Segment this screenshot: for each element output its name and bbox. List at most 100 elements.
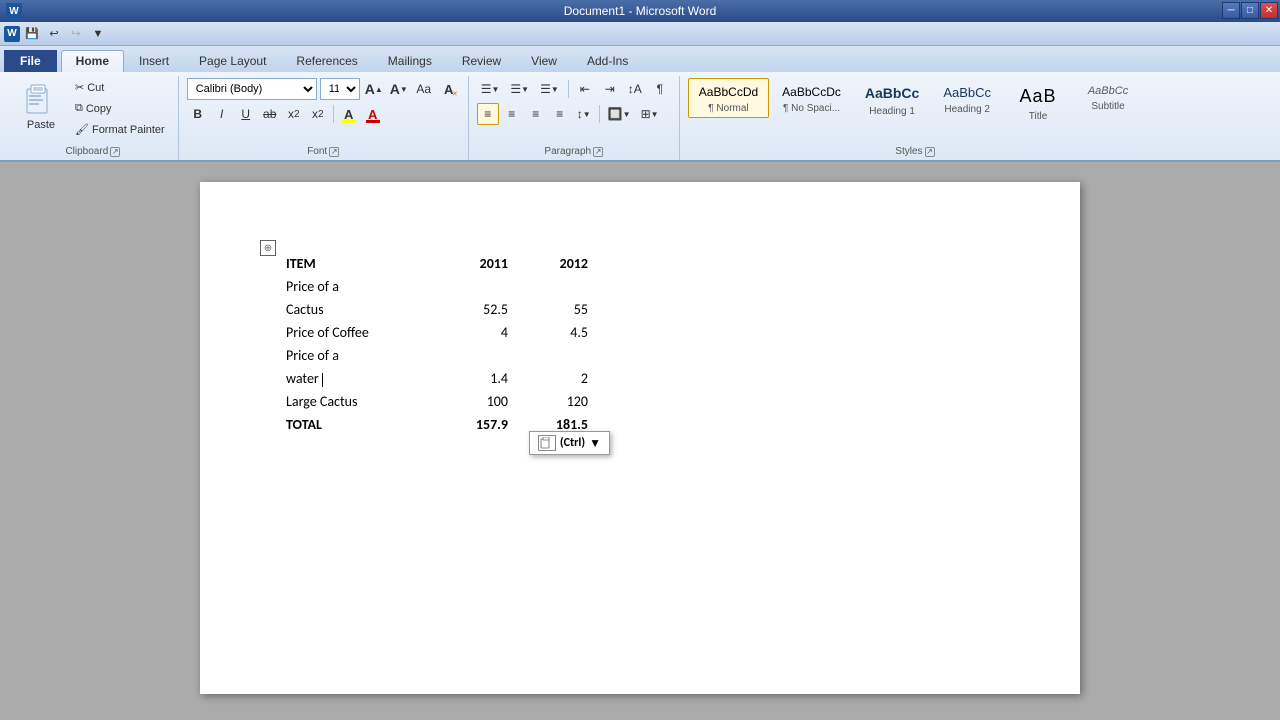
text-highlight-button[interactable]: A bbox=[338, 103, 360, 125]
cell-large-cactus-2012[interactable]: 120 bbox=[520, 390, 600, 413]
tab-page-layout[interactable]: Page Layout bbox=[184, 50, 281, 72]
paste-label: Paste bbox=[27, 119, 55, 131]
styles-expand-button[interactable]: ↗ bbox=[925, 147, 935, 157]
increase-indent-button[interactable]: ⇥ bbox=[599, 78, 621, 100]
cell-total-label: TOTAL bbox=[280, 413, 440, 436]
customize-quick-access-button[interactable]: ▼ bbox=[88, 24, 108, 44]
tab-add-ins[interactable]: Add-Ins bbox=[572, 50, 643, 72]
table-row: Large Cactus 100 120 bbox=[280, 390, 600, 413]
subscript-button[interactable]: x2 bbox=[283, 103, 305, 125]
cell-large-cactus-2011[interactable]: 100 bbox=[440, 390, 520, 413]
show-formatting-button[interactable]: ¶ bbox=[649, 78, 671, 100]
cut-button[interactable]: ✂ Cut bbox=[70, 78, 170, 97]
font-color-button[interactable]: A bbox=[362, 103, 384, 125]
clipboard-expand-button[interactable]: ↗ bbox=[110, 147, 120, 157]
paste-button[interactable]: Paste bbox=[16, 78, 66, 139]
styles-area: AaBbCcDd ¶ Normal AaBbCcDc ¶ No Spaci...… bbox=[688, 78, 1142, 126]
cell-water[interactable]: water bbox=[280, 367, 440, 390]
italic-button[interactable]: I bbox=[211, 103, 233, 125]
format-painter-label: Format Painter bbox=[92, 124, 165, 136]
tab-insert[interactable]: Insert bbox=[124, 50, 184, 72]
ctrl-paste-popup[interactable]: (Ctrl) ▼ bbox=[529, 431, 610, 455]
save-button[interactable]: 💾 bbox=[22, 24, 42, 44]
styles-group-label: Styles ↗ bbox=[688, 144, 1142, 160]
font-size-select[interactable]: 11 bbox=[320, 78, 360, 100]
copy-button[interactable]: ⧉ Copy bbox=[70, 99, 170, 118]
cell-cactus[interactable]: Cactus bbox=[280, 298, 440, 321]
underline-button[interactable]: U bbox=[235, 103, 257, 125]
superscript-button[interactable]: x2 bbox=[307, 103, 329, 125]
format-painter-icon: 🖌 bbox=[75, 123, 89, 136]
strikethrough-button[interactable]: ab bbox=[259, 103, 281, 125]
tab-home[interactable]: Home bbox=[61, 50, 124, 72]
tab-view[interactable]: View bbox=[516, 50, 572, 72]
close-button[interactable]: ✕ bbox=[1260, 2, 1278, 19]
style-heading2[interactable]: AaBbCc Heading 2 bbox=[932, 78, 1002, 119]
change-case-button[interactable]: Aa bbox=[413, 78, 435, 100]
tab-mailings[interactable]: Mailings bbox=[373, 50, 447, 72]
ctrl-popup-label: (Ctrl) bbox=[560, 436, 585, 450]
style-subtitle[interactable]: AaBbCc Subtitle bbox=[1074, 78, 1142, 116]
style-title[interactable]: AaB Title bbox=[1004, 78, 1072, 126]
table-move-handle[interactable]: ⊕ bbox=[260, 240, 276, 256]
undo-button[interactable]: ↩ bbox=[44, 24, 64, 44]
multilevel-list-button[interactable]: ☰▼ bbox=[536, 78, 563, 100]
sort-button[interactable]: ↕A bbox=[624, 78, 646, 100]
bold-button[interactable]: B bbox=[187, 103, 209, 125]
title-text: Document1 - Microsoft Word bbox=[564, 4, 717, 18]
cell-water-2011[interactable]: 1.4 bbox=[440, 367, 520, 390]
header-item: ITEM bbox=[280, 252, 440, 275]
decrease-indent-button[interactable]: ⇤ bbox=[574, 78, 596, 100]
style-heading2-label: Heading 2 bbox=[944, 104, 990, 115]
cell-price-cactus-label[interactable]: Price of a bbox=[280, 275, 440, 298]
justify-button[interactable]: ≡ bbox=[549, 103, 571, 125]
clear-formatting-button[interactable]: A ✕ bbox=[438, 78, 460, 100]
style-no-spacing[interactable]: AaBbCcDc ¶ No Spaci... bbox=[771, 78, 852, 118]
format-painter-button[interactable]: 🖌 Format Painter bbox=[70, 120, 170, 139]
font-name-select[interactable]: Calibri (Body) bbox=[187, 78, 317, 100]
para-top-row: ☰▼ ☰▼ ☰▼ ⇤ ⇥ ↕A ¶ bbox=[477, 78, 671, 100]
style-normal[interactable]: AaBbCcDd ¶ Normal bbox=[688, 78, 769, 118]
cell-cactus-2012[interactable]: 55 bbox=[520, 298, 600, 321]
cell-water-2012[interactable]: 2 bbox=[520, 367, 600, 390]
cell-coffee-2012[interactable]: 4.5 bbox=[520, 321, 600, 344]
cell-empty-1[interactable] bbox=[440, 275, 520, 298]
bullets-button[interactable]: ☰▼ bbox=[477, 78, 504, 100]
align-center-button[interactable]: ≡ bbox=[501, 103, 523, 125]
style-heading1[interactable]: AaBbCc Heading 1 bbox=[854, 78, 930, 121]
grow-font-button[interactable]: A▲ bbox=[363, 78, 385, 100]
cell-large-cactus[interactable]: Large Cactus bbox=[280, 390, 440, 413]
style-heading1-label: Heading 1 bbox=[869, 106, 915, 117]
style-normal-preview: AaBbCcDd bbox=[697, 82, 760, 103]
minimize-button[interactable]: ─ bbox=[1222, 2, 1240, 19]
align-right-button[interactable]: ≡ bbox=[525, 103, 547, 125]
cell-coffee[interactable]: Price of Coffee bbox=[280, 321, 440, 344]
shading-button[interactable]: 🔲▼ bbox=[604, 103, 635, 125]
cell-cactus-2011[interactable]: 52.5 bbox=[440, 298, 520, 321]
cell-empty-2[interactable] bbox=[520, 275, 600, 298]
restore-button[interactable]: □ bbox=[1241, 2, 1259, 19]
clipboard-group-content: Paste ✂ Cut ⧉ Copy 🖌 Format Painter bbox=[16, 76, 170, 144]
font-expand-button[interactable]: ↗ bbox=[329, 147, 339, 157]
shrink-font-button[interactable]: A▼ bbox=[388, 78, 410, 100]
tab-file[interactable]: File bbox=[4, 50, 57, 72]
ctrl-dropdown-arrow[interactable]: ▼ bbox=[589, 436, 601, 451]
tab-references[interactable]: References bbox=[281, 50, 372, 72]
cell-empty-4[interactable] bbox=[520, 344, 600, 367]
table-container: ⊕ ITEM 2011 2012 Price of a Cactus 52.5 … bbox=[280, 242, 600, 436]
para-align-row: ≡ ≡ ≡ ≡ ↕▼ 🔲▼ ⊞▼ bbox=[477, 103, 671, 125]
cell-empty-3[interactable] bbox=[440, 344, 520, 367]
align-left-button[interactable]: ≡ bbox=[477, 103, 499, 125]
cell-coffee-2011[interactable]: 4 bbox=[440, 321, 520, 344]
line-spacing-button[interactable]: ↕▼ bbox=[573, 103, 595, 125]
borders-button[interactable]: ⊞▼ bbox=[637, 103, 663, 125]
paste-icon bbox=[23, 81, 59, 117]
style-subtitle-label: Subtitle bbox=[1091, 101, 1124, 112]
table-row: Cactus 52.5 55 bbox=[280, 298, 600, 321]
numbering-button[interactable]: ☰▼ bbox=[506, 78, 533, 100]
paragraph-expand-button[interactable]: ↗ bbox=[593, 147, 603, 157]
cell-water-label[interactable]: Price of a bbox=[280, 344, 440, 367]
redo-button[interactable]: ↪ bbox=[66, 24, 86, 44]
tab-review[interactable]: Review bbox=[447, 50, 516, 72]
table-header-row: ITEM 2011 2012 bbox=[280, 252, 600, 275]
